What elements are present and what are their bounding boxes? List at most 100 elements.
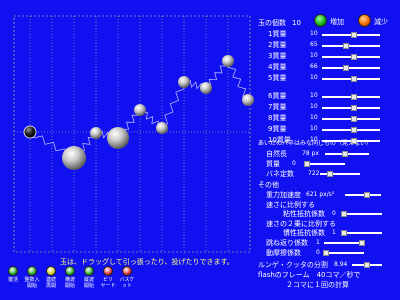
slider-thumb[interactable] — [327, 171, 333, 177]
mass-slider-6[interactable] — [322, 94, 380, 100]
mass-label-1: 1質量 — [268, 30, 287, 38]
spring-mass-slider[interactable] — [304, 161, 345, 167]
slider-thumb[interactable] — [350, 116, 357, 122]
slider-track — [320, 173, 360, 175]
ball-5[interactable] — [134, 104, 146, 116]
slider-thumb[interactable] — [350, 76, 357, 82]
decrease-button[interactable] — [358, 14, 371, 27]
gravity-slider[interactable] — [345, 192, 381, 198]
ball-8[interactable] — [200, 82, 212, 94]
slider-thumb[interactable] — [341, 211, 347, 217]
bottom-button-2[interactable]: 整数入 開始 — [23, 266, 41, 289]
slider-track — [324, 242, 364, 244]
slider-thumb[interactable] — [350, 32, 357, 38]
slider-thumb[interactable] — [359, 240, 365, 246]
bottom-button-1[interactable]: 復活 — [4, 266, 22, 283]
inertial-slider[interactable] — [341, 230, 382, 236]
mass-slider-4[interactable] — [322, 65, 380, 71]
mass-value-2: 65 — [310, 41, 318, 48]
mass-value-4: 66 — [310, 63, 318, 70]
mass-label-8: 8質量 — [268, 114, 287, 122]
slider-thumb[interactable] — [341, 151, 348, 157]
spring-constant-slider[interactable] — [320, 171, 360, 177]
bottom-button-5[interactable]: 縦波 開始 — [80, 266, 98, 289]
natural-length-label: 自然長 — [266, 150, 287, 158]
viscous-value: 0 — [332, 210, 336, 217]
simulation-frame — [13, 15, 251, 253]
natural-length-value: 78 px — [302, 150, 319, 157]
button-led-icon — [65, 266, 75, 276]
spring — [161, 82, 185, 129]
drag-hint: 玉は、ドラッグして引っ張ったり、投げたりできます。 — [60, 258, 234, 266]
inertial-label: 慣性抵抗係数 — [283, 229, 325, 237]
bounce-slider[interactable] — [324, 240, 365, 246]
button-caption: 整数入 開始 — [24, 277, 40, 289]
mass-label-2: 2質量 — [268, 41, 287, 49]
mass-value-5: 10 — [310, 74, 318, 81]
mass-slider-7[interactable] — [322, 105, 380, 111]
mass-value-3: 10 — [310, 52, 318, 59]
viscous-slider[interactable] — [341, 211, 382, 217]
inertial-value: 1 — [332, 229, 336, 236]
mass-slider-9[interactable] — [322, 127, 380, 133]
ball-1[interactable] — [23, 125, 37, 139]
button-caption: 復活 — [7, 277, 18, 283]
slider-thumb[interactable] — [363, 192, 370, 198]
button-led-icon — [122, 266, 132, 276]
ball-6[interactable] — [156, 122, 168, 134]
slider-thumb[interactable] — [343, 65, 350, 71]
mass-slider-2[interactable] — [322, 43, 380, 49]
mass-slider-5[interactable] — [322, 76, 380, 82]
button-led-icon — [46, 266, 56, 276]
speed-proportional-label: 速さに比例する — [266, 201, 315, 209]
slider-thumb[interactable] — [343, 43, 350, 49]
mass-slider-1[interactable] — [322, 32, 380, 38]
increase-button[interactable] — [314, 14, 327, 27]
natural-length-slider[interactable] — [325, 151, 369, 157]
mass-slider-8[interactable] — [322, 116, 380, 122]
bottom-button-3[interactable]: 連続 再開 — [42, 266, 60, 289]
bottom-button-4[interactable]: 横波 開始 — [61, 266, 79, 289]
spring-section-label: あいだのバネはみな同じもの（見えない） — [258, 140, 373, 147]
dynamic-friction-slider[interactable] — [323, 250, 364, 256]
mass-label-5: 5質量 — [268, 74, 287, 82]
ball-4[interactable] — [107, 127, 129, 149]
bounce-label: 跳ね返り係数 — [266, 239, 308, 247]
runge-kutta-value: 8.94 — [334, 261, 348, 268]
spring-mass-label: 質量 — [266, 160, 280, 168]
spring-constant-value: 722 — [308, 170, 320, 177]
slider-thumb[interactable] — [350, 54, 357, 60]
ball-2[interactable] — [62, 146, 86, 170]
button-caption: バスケ ット — [119, 277, 135, 289]
button-caption: 連続 再開 — [45, 277, 56, 289]
mass-value-1: 10 — [310, 30, 318, 37]
viscous-label: 粘性抵抗係数 — [283, 210, 325, 218]
ball-3[interactable] — [90, 127, 102, 139]
bottom-button-6[interactable]: ビリ ヤード — [99, 266, 117, 289]
slider-thumb[interactable] — [350, 127, 357, 133]
slider-thumb[interactable] — [350, 105, 357, 111]
button-led-icon — [8, 266, 18, 276]
ball-7[interactable] — [178, 76, 190, 88]
slider-track — [322, 67, 380, 69]
slider-thumb[interactable] — [350, 94, 357, 100]
spring-constant-label: バネ定数 — [266, 170, 294, 178]
slider-thumb[interactable] — [323, 250, 329, 256]
runge-kutta-slider[interactable] — [352, 262, 382, 268]
slider-thumb[interactable] — [364, 262, 370, 268]
slider-thumb[interactable] — [304, 161, 310, 167]
mass-value-8: 10 — [310, 114, 318, 121]
ball-9[interactable] — [222, 55, 234, 67]
button-led-icon — [27, 266, 37, 276]
spring-mass-value: 0 — [292, 160, 296, 167]
mass-label-7: 7質量 — [268, 103, 287, 111]
ball-10[interactable] — [242, 94, 254, 106]
increase-label: 増加 — [330, 18, 344, 26]
mass-label-9: 9質量 — [268, 125, 287, 133]
slider-track — [324, 252, 364, 254]
button-led-icon — [84, 266, 94, 276]
calc-interval-label: ２コマに１回の計算 — [286, 281, 349, 289]
mass-slider-3[interactable] — [322, 54, 380, 60]
slider-thumb[interactable] — [341, 230, 347, 236]
bottom-button-7[interactable]: バスケ ット — [118, 266, 136, 289]
